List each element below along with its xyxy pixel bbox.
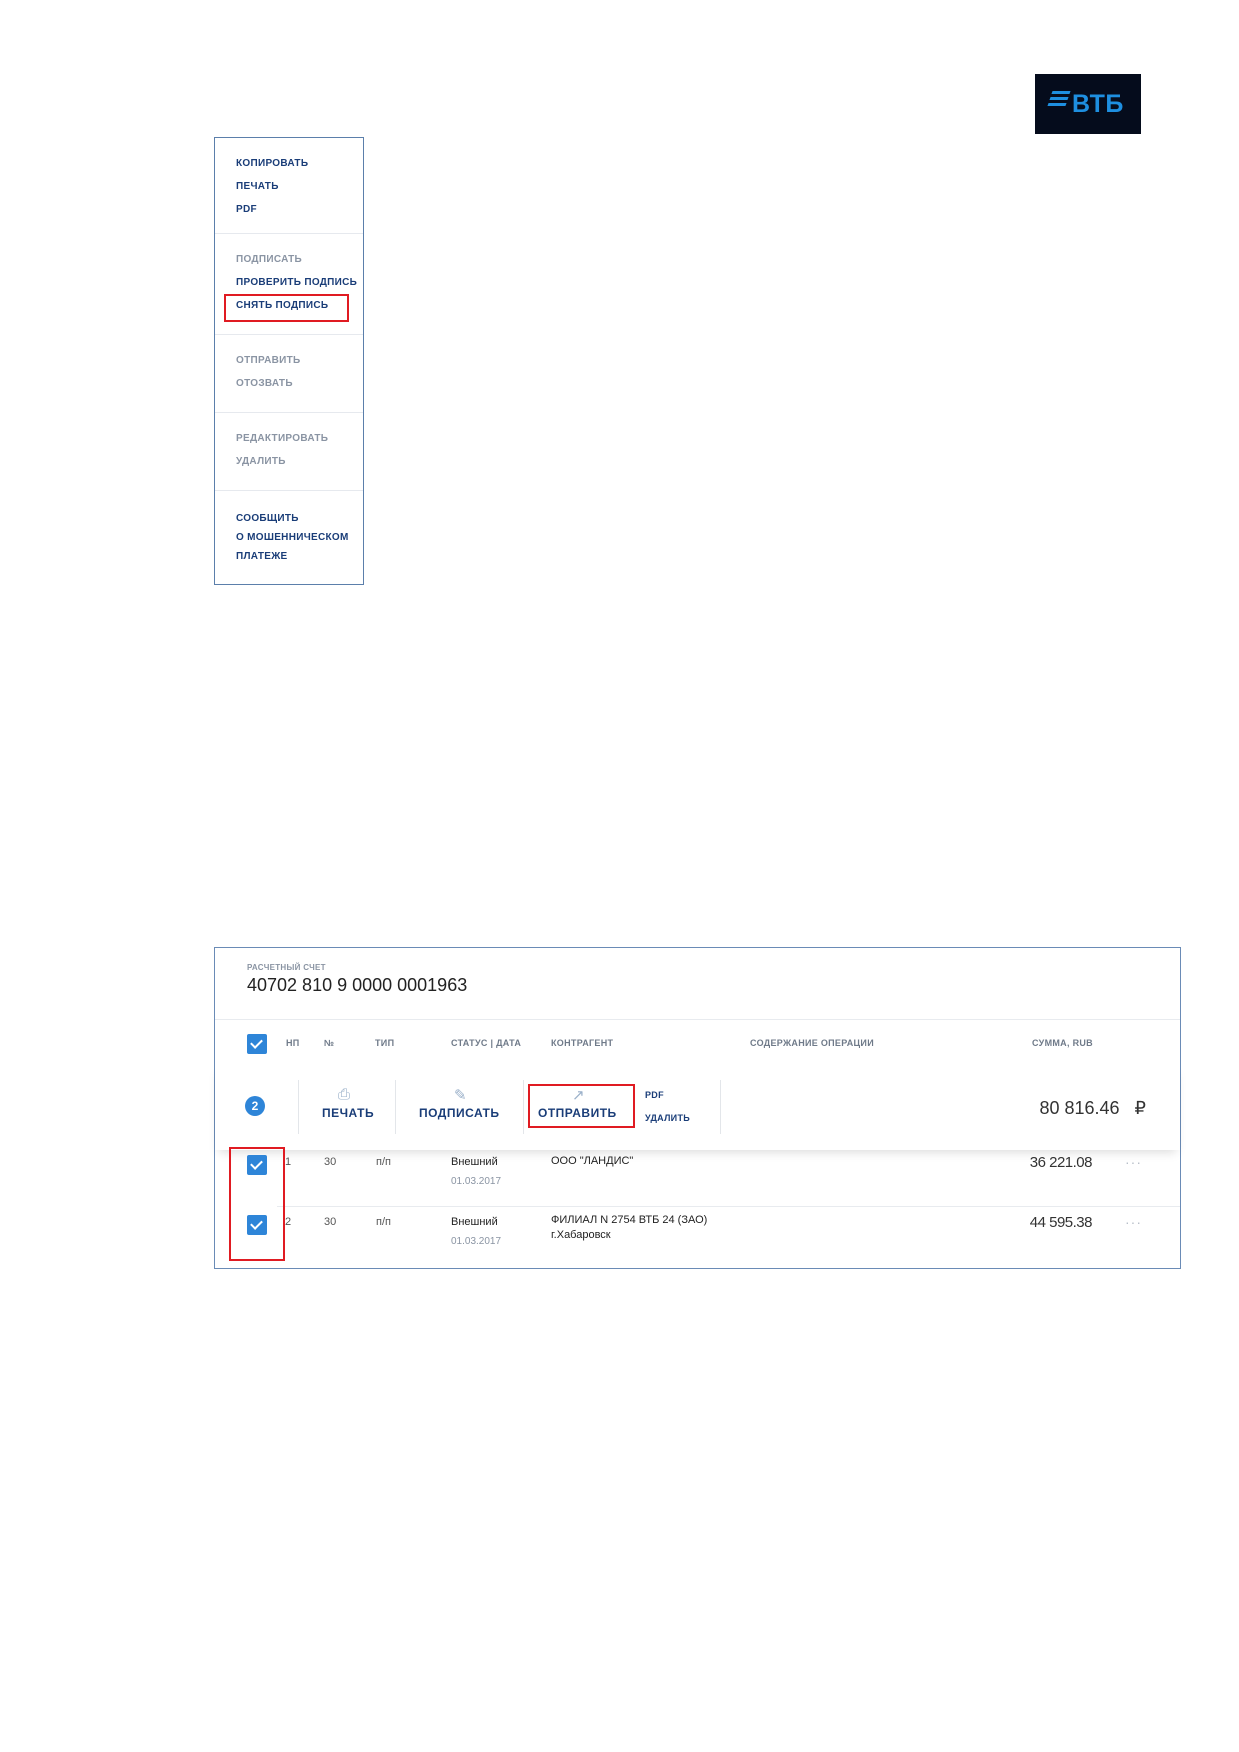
action-separator bbox=[395, 1080, 396, 1134]
selected-total: 80 816.46 ₽ bbox=[1039, 1098, 1146, 1119]
row-np: 2 bbox=[285, 1216, 292, 1228]
col-header-counterparty[interactable]: КОНТРАГЕНТ bbox=[551, 1038, 613, 1048]
row-amount: 36 221.08 bbox=[1029, 1154, 1093, 1171]
action-separator bbox=[523, 1080, 524, 1134]
context-menu: КОПИРОВАТЬ ПЕЧАТЬ PDF ПОДПИСАТЬ ПРОВЕРИТ… bbox=[214, 137, 364, 585]
row-number: 30 bbox=[324, 1216, 337, 1228]
print-button[interactable]: ПЕЧАТЬ bbox=[322, 1106, 374, 1120]
selected-count-badge: 2 bbox=[245, 1096, 265, 1116]
logo-stripes-icon bbox=[1047, 91, 1071, 115]
menu-item-sign[interactable]: ПОДПИСАТЬ bbox=[236, 248, 363, 271]
menu-item-copy[interactable]: КОПИРОВАТЬ bbox=[236, 152, 363, 175]
vtb-logo: ВТБ bbox=[1035, 74, 1141, 134]
menu-item-send[interactable]: ОТПРАВИТЬ bbox=[236, 349, 363, 372]
row-status: Внешний bbox=[451, 1216, 498, 1228]
highlight-send bbox=[528, 1084, 635, 1128]
action-separator bbox=[720, 1080, 721, 1134]
menu-group-edit: РЕДАКТИРОВАТЬ УДАЛИТЬ bbox=[215, 413, 363, 491]
logo-text: ВТБ bbox=[1072, 90, 1124, 118]
row-counterparty: ФИЛИАЛ N 2754 ВТБ 24 (ЗАО) bbox=[551, 1214, 708, 1226]
menu-group-export: КОПИРОВАТЬ ПЕЧАТЬ PDF bbox=[215, 138, 363, 234]
bulk-action-bar: 2 ⎙ ПЕЧАТЬ ✎ ПОДПИСАТЬ ↗ ОТПРАВИТЬ PDF У… bbox=[215, 1064, 1180, 1150]
menu-item-recall[interactable]: ОТОЗВАТЬ bbox=[236, 372, 363, 395]
header-divider bbox=[215, 1019, 1180, 1020]
row-more-icon[interactable]: ··· bbox=[1125, 1154, 1142, 1170]
payments-panel: РАСЧЕТНЫЙ СЧЕТ 40702 810 9 0000 0001963 … bbox=[214, 947, 1181, 1269]
col-header-np[interactable]: НП bbox=[286, 1038, 300, 1048]
row-counterparty-city: г.Хабаровск bbox=[551, 1229, 611, 1241]
menu-item-print[interactable]: ПЕЧАТЬ bbox=[236, 175, 363, 198]
menu-group-send: ОТПРАВИТЬ ОТОЗВАТЬ bbox=[215, 335, 363, 413]
col-header-amount[interactable]: СУММА, RUB bbox=[1032, 1038, 1093, 1048]
row-date: 01.03.2017 bbox=[451, 1176, 502, 1187]
row-number: 30 bbox=[324, 1156, 337, 1168]
printer-icon: ⎙ bbox=[338, 1086, 351, 1103]
row-type: п/п bbox=[376, 1156, 391, 1168]
row-counterparty: ООО "ЛАНДИС" bbox=[551, 1155, 634, 1167]
account-number: 40702 810 9 0000 0001963 bbox=[247, 975, 468, 995]
highlight-remove-signature bbox=[224, 294, 349, 322]
menu-item-edit[interactable]: РЕДАКТИРОВАТЬ bbox=[236, 427, 363, 450]
action-separator bbox=[298, 1080, 299, 1134]
col-header-number[interactable]: № bbox=[324, 1038, 334, 1048]
menu-item-verify-signature[interactable]: ПРОВЕРИТЬ ПОДПИСЬ bbox=[236, 271, 363, 294]
currency-icon: ₽ bbox=[1134, 1098, 1146, 1118]
menu-item-report-fraud-line2[interactable]: О МОШЕННИЧЕСКОМ bbox=[236, 528, 363, 547]
col-header-status-date[interactable]: СТАТУС | ДАТА bbox=[451, 1038, 521, 1048]
menu-item-report-fraud-line1[interactable]: СООБЩИТЬ bbox=[236, 509, 363, 528]
row-type: п/п bbox=[376, 1216, 391, 1228]
sign-button[interactable]: ПОДПИСАТЬ bbox=[419, 1106, 500, 1120]
row-status: Внешний bbox=[451, 1156, 498, 1168]
row-date: 01.03.2017 bbox=[451, 1236, 502, 1247]
col-header-type[interactable]: ТИП bbox=[375, 1038, 394, 1048]
menu-group-report-fraud[interactable]: СООБЩИТЬ О МОШЕННИЧЕСКОМ ПЛАТЕЖЕ bbox=[215, 491, 363, 583]
delete-button[interactable]: УДАЛИТЬ bbox=[645, 1113, 690, 1123]
row-divider bbox=[277, 1206, 1180, 1207]
row-amount: 44 595.38 bbox=[1029, 1214, 1093, 1231]
account-label: РАСЧЕТНЫЙ СЧЕТ bbox=[247, 963, 326, 972]
menu-item-delete[interactable]: УДАЛИТЬ bbox=[236, 450, 363, 473]
col-header-description[interactable]: СОДЕРЖАНИЕ ОПЕРАЦИИ bbox=[750, 1038, 874, 1048]
highlight-row-checkboxes bbox=[229, 1147, 285, 1261]
menu-item-pdf[interactable]: PDF bbox=[236, 198, 363, 221]
pdf-button[interactable]: PDF bbox=[645, 1090, 664, 1100]
row-np: 1 bbox=[285, 1156, 292, 1168]
menu-item-report-fraud-line3[interactable]: ПЛАТЕЖЕ bbox=[236, 547, 363, 566]
select-all-checkbox[interactable] bbox=[247, 1034, 267, 1054]
selected-total-amount: 80 816.46 bbox=[1039, 1098, 1120, 1118]
pen-icon: ✎ bbox=[454, 1087, 467, 1104]
row-more-icon[interactable]: ··· bbox=[1125, 1214, 1142, 1230]
